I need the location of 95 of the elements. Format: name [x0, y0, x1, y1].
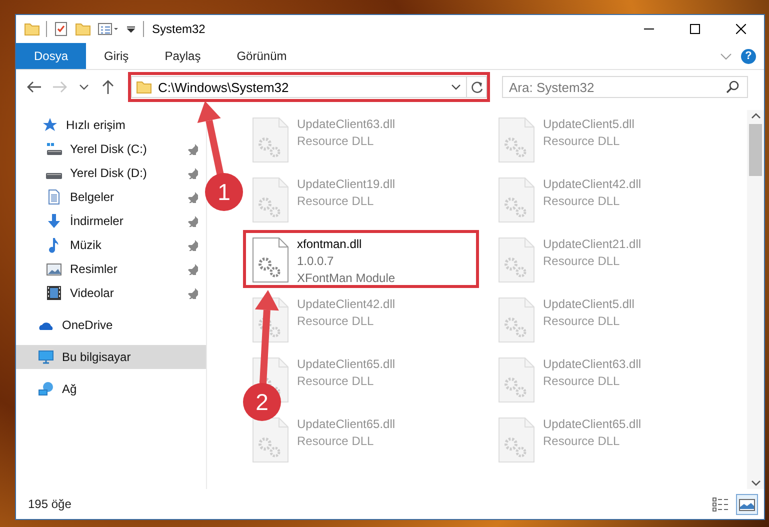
sidebar-item-label: Bu bilgisayar [62, 350, 132, 364]
file-detail: Resource DLL [297, 373, 375, 390]
file-detail: Resource DLL [543, 133, 621, 150]
sidebar-item-label: Müzik [70, 238, 102, 252]
sidebar-item[interactable]: Bu bilgisayar [16, 345, 206, 369]
computer-icon [38, 349, 54, 365]
tiles-view-button[interactable] [736, 494, 758, 514]
file-name: UpdateClient21.dll [543, 236, 642, 253]
step-number: 1 [218, 179, 230, 205]
sidebar-item-label: Videolar [70, 286, 115, 300]
help-button[interactable]: ? [741, 48, 756, 64]
sidebar-item[interactable]: Belgeler [16, 185, 206, 209]
file-name: UpdateClient5.dll [543, 296, 634, 313]
file-detail: Resource DLL [297, 313, 375, 330]
checklist-icon[interactable] [53, 21, 69, 37]
file-detail: Resource DLL [543, 193, 621, 210]
network-icon [38, 381, 54, 397]
file-name: UpdateClient5.dll [543, 116, 634, 133]
file-detail: Resource DLL [543, 373, 621, 390]
pin-icon[interactable] [186, 143, 198, 155]
list-icon [712, 496, 730, 512]
properties-icon[interactable] [97, 21, 119, 37]
ribbon-tab[interactable]: Paylaş [146, 43, 219, 69]
pin-icon[interactable] [186, 287, 198, 299]
search-field[interactable]: Ara: System32 [502, 76, 748, 98]
file-name: UpdateClient65.dll [297, 416, 396, 433]
star-icon [42, 117, 58, 133]
pin-icon[interactable] [186, 167, 198, 179]
item-count: 195 öğe [28, 497, 72, 511]
file-name: UpdateClient19.dll [297, 176, 396, 193]
arrow-icon [52, 79, 68, 95]
drive-icon [46, 141, 62, 157]
file-detail: Resource DLL [543, 313, 621, 330]
sidebar-item-label: Belgeler [70, 190, 116, 204]
sidebar-item[interactable]: Müzik [16, 233, 206, 257]
file-detail: Resource DLL [297, 133, 375, 150]
sidebar-item-label: OneDrive [62, 318, 114, 332]
address-path: C:\Windows\System32 [158, 80, 290, 94]
file-name: UpdateClient63.dll [297, 116, 396, 133]
sidebar-item[interactable]: Ağ [16, 377, 206, 401]
picture-icon [46, 261, 62, 277]
sidebar-item[interactable]: OneDrive [16, 313, 206, 337]
scroll-thumb[interactable] [749, 124, 762, 176]
pin-icon[interactable] [186, 215, 198, 227]
step-number: 2 [256, 389, 268, 415]
sidebar-item[interactable]: Resimler [16, 257, 206, 281]
sidebar-item[interactable]: Videolar [16, 281, 206, 305]
sidebar-item-label: Hızlı erişim [66, 118, 126, 132]
file-detail: 1.0.0.7 [297, 253, 335, 270]
sidebar-item-label: Resimler [70, 262, 118, 276]
document-icon [46, 189, 62, 205]
file-detail: Resource DLL [543, 433, 621, 450]
sidebar-item-label: Yerel Disk (C:) [70, 142, 148, 156]
arrow-icon [26, 79, 42, 95]
pin-icon[interactable] [186, 263, 198, 275]
new-folder-icon [75, 21, 91, 37]
ribbon-tab[interactable]: Görünüm [218, 43, 305, 69]
minimize-icon [644, 28, 654, 30]
sidebar-item-label: Yerel Disk (D:) [70, 166, 148, 180]
sidebar-item[interactable]: Hızlı erişim [16, 113, 206, 137]
file-name: xfontman.dll [297, 236, 363, 253]
file-name: UpdateClient65.dll [297, 356, 396, 373]
refresh-button[interactable] [467, 76, 487, 98]
pin-icon[interactable] [186, 239, 198, 251]
folder-icon [24, 21, 40, 37]
maximize-icon [690, 24, 700, 34]
drive-icon [46, 173, 62, 179]
arrow-icon [100, 79, 116, 95]
window-title: System32 [152, 22, 206, 36]
close-icon [736, 24, 746, 34]
folder-icon [136, 79, 152, 95]
sidebar-item-label: İndirmeler [70, 214, 124, 228]
file-name: UpdateClient65.dll [543, 416, 642, 433]
step-badge [243, 383, 281, 421]
step-badge [205, 173, 243, 211]
ribbon-tab[interactable]: Dosya [16, 43, 86, 69]
scrollbar[interactable] [747, 110, 764, 489]
ribbon-tab[interactable]: Giriş [86, 43, 147, 69]
file-name: UpdateClient63.dll [543, 356, 642, 373]
pin-icon[interactable] [186, 191, 198, 203]
file-name: UpdateClient42.dll [543, 176, 642, 193]
film-icon [46, 285, 62, 301]
address-field[interactable]: C:\Windows\System32 [131, 76, 467, 98]
file-name: UpdateClient42.dll [297, 296, 396, 313]
sidebar-item-label: Ağ [62, 382, 78, 396]
file-detail: Resource DLL [297, 193, 375, 210]
sidebar-item[interactable]: Yerel Disk (D:) [16, 161, 206, 185]
file-detail: Resource DLL [543, 253, 621, 270]
search-icon [726, 80, 740, 94]
sidebar-item[interactable]: İndirmeler [16, 209, 206, 233]
file-detail: Resource DLL [297, 433, 375, 450]
sidebar-item[interactable]: Yerel Disk (C:) [16, 137, 206, 161]
file-detail: XFontMan Module [297, 270, 396, 287]
download-icon [46, 213, 62, 229]
refresh-icon [470, 80, 484, 94]
